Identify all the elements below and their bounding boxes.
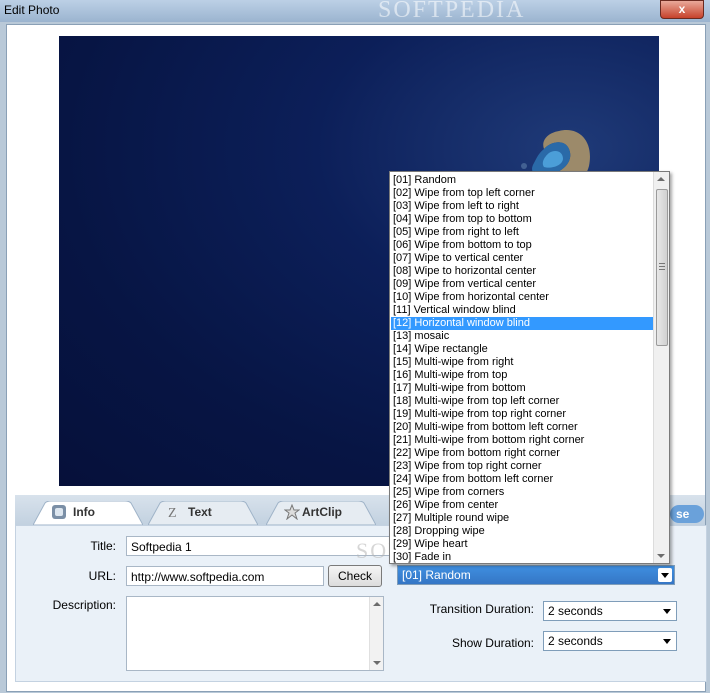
dropdown-scrollbar[interactable] [653, 172, 669, 563]
scroll-down-icon[interactable] [373, 661, 381, 665]
transition-option[interactable]: [24] Wipe from bottom left corner [391, 473, 653, 486]
chevron-down-icon[interactable] [660, 634, 674, 648]
info-icon [52, 505, 66, 519]
transition-option[interactable]: [01] Random [391, 174, 653, 187]
chevron-down-icon[interactable] [660, 604, 674, 618]
transition-option[interactable]: [10] Wipe from horizontal center [391, 291, 653, 304]
transition-option[interactable]: [13] mosaic [391, 330, 653, 343]
show-duration-value: 2 seconds [548, 634, 603, 648]
close-button[interactable]: se [670, 505, 704, 523]
title-label: Title: [90, 539, 116, 553]
transition-option[interactable]: [18] Multi-wipe from top left corner [391, 395, 653, 408]
transition-option[interactable]: [06] Wipe from bottom to top [391, 239, 653, 252]
transition-option[interactable]: [03] Wipe from left to right [391, 200, 653, 213]
transition-option[interactable]: [30] Fade in [391, 551, 653, 563]
svg-text:Z: Z [168, 506, 177, 520]
transition-dropdown-list[interactable]: [01] Random [02] Wipe from top left corne… [389, 171, 670, 564]
tab-artclip-label: ArtClip [302, 505, 342, 519]
transition-option[interactable]: [17] Multi-wipe from bottom [391, 382, 653, 395]
transition-option[interactable]: [23] Wipe from top right corner [391, 460, 653, 473]
tab-text-label: Text [188, 505, 212, 519]
transition-option[interactable]: [11] Vertical window blind [391, 304, 653, 317]
transition-option[interactable]: [27] Multiple round wipe [391, 512, 653, 525]
close-button-label: se [676, 507, 690, 521]
transition-option[interactable]: [09] Wipe from vertical center [391, 278, 653, 291]
window-close-button[interactable]: x [660, 0, 704, 19]
check-button[interactable]: Check [328, 565, 382, 587]
url-label: URL: [88, 569, 116, 583]
url-input[interactable]: http://www.softpedia.com [126, 566, 324, 586]
tab-info-label: Info [73, 505, 95, 519]
show-duration-select[interactable]: 2 seconds [543, 631, 677, 651]
transition-option[interactable]: [20] Multi-wipe from bottom left corner [391, 421, 653, 434]
scroll-down-icon[interactable] [657, 554, 665, 558]
transition-option[interactable]: [26] Wipe from center [391, 499, 653, 512]
watermark-logo: SOFTPEDIA [378, 0, 526, 23]
scroll-up-icon[interactable] [657, 177, 665, 181]
grip-line [659, 266, 665, 267]
transition-select-value: [01] Random [402, 568, 471, 582]
description-scrollbar[interactable] [369, 597, 383, 670]
tab-text[interactable]: Z Text [148, 501, 258, 525]
transition-option[interactable]: [16] Multi-wipe from top [391, 369, 653, 382]
show-duration-label: Show Duration: [451, 636, 534, 650]
transition-option[interactable]: [05] Wipe from right to left [391, 226, 653, 239]
text-icon: Z [168, 506, 177, 520]
transition-duration-label: Transition Duration: [429, 602, 534, 616]
title-bar: Edit Photo SOFTPEDIA x [0, 0, 710, 23]
transition-option[interactable]: [14] Wipe rectangle [391, 343, 653, 356]
transition-option[interactable]: [04] Wipe from top to bottom [391, 213, 653, 226]
transition-option[interactable]: [19] Multi-wipe from top right corner [391, 408, 653, 421]
chevron-down-icon[interactable] [658, 568, 672, 582]
transition-option[interactable]: [15] Multi-wipe from right [391, 356, 653, 369]
transition-option[interactable]: [25] Wipe from corners [391, 486, 653, 499]
transition-select[interactable]: [01] Random [397, 565, 675, 585]
transition-option[interactable]: [08] Wipe to horizontal center [391, 265, 653, 278]
transition-option[interactable]: [12] Horizontal window blind [391, 317, 653, 330]
tab-info[interactable]: Info [33, 501, 143, 525]
description-textarea[interactable] [126, 596, 384, 671]
grip-line [659, 263, 665, 264]
scroll-up-icon[interactable] [373, 602, 381, 606]
grip-line [659, 269, 665, 270]
transition-option[interactable]: [28] Dropping wipe [391, 525, 653, 538]
transition-option[interactable]: [22] Wipe from bottom right corner [391, 447, 653, 460]
scrollbar-thumb[interactable] [656, 189, 668, 346]
transition-duration-value: 2 seconds [548, 604, 603, 618]
transition-option[interactable]: [07] Wipe to vertical center [391, 252, 653, 265]
artclip-icon [284, 504, 300, 520]
tab-artclip[interactable]: ArtClip [266, 501, 376, 525]
window-title: Edit Photo [4, 3, 60, 17]
transition-duration-select[interactable]: 2 seconds [543, 601, 677, 621]
transition-option[interactable]: [29] Wipe heart [391, 538, 653, 551]
transition-option[interactable]: [02] Wipe from top left corner [391, 187, 653, 200]
transition-option[interactable]: [21] Multi-wipe from bottom right corner [391, 434, 653, 447]
description-label: Description: [52, 598, 116, 612]
